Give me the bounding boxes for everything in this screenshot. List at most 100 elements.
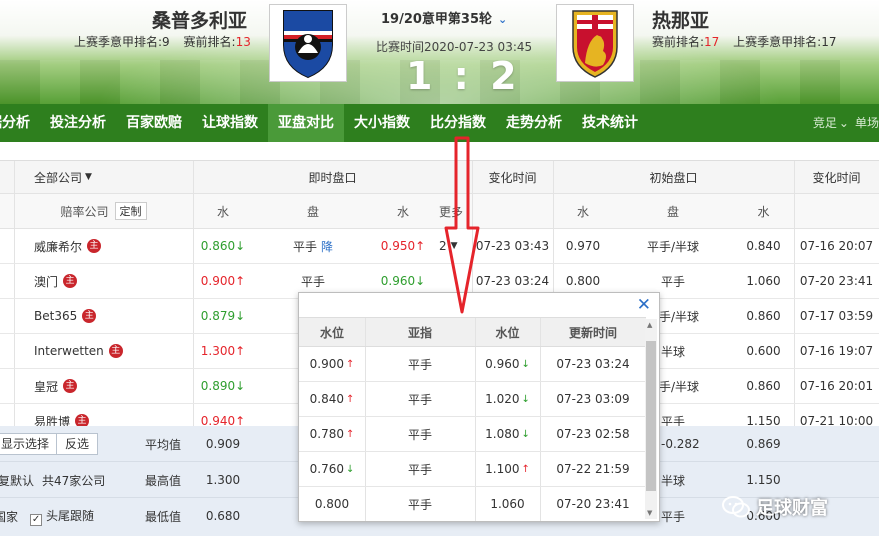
restore-default-link[interactable]: 恢复默认 <box>0 472 34 489</box>
popup-water2: 1.080 ↓ <box>475 417 540 451</box>
reverse-select-button[interactable]: 反选 <box>56 433 99 455</box>
popup-water1: 0.800 <box>299 487 365 521</box>
country-option[interactable]: 国家 <box>0 508 18 525</box>
popup-time: 07-23 03:24 <box>556 357 630 371</box>
tab-euro-odds[interactable]: 百家欧赔 <box>116 104 192 142</box>
arrow-up-icon: ↑ <box>235 344 246 358</box>
home-badge-icon: 主 <box>82 309 97 323</box>
caret-down-icon: ▼ <box>85 172 92 182</box>
live-handicap-value: 平手 <box>292 239 317 254</box>
stat-init-water2: 0.869 <box>746 437 781 451</box>
live-water1: 0.890 ↓ <box>193 369 253 403</box>
live-change-time: 07-23 03:43 <box>475 239 550 253</box>
nav-danchang[interactable]: 单场 <box>855 116 879 130</box>
away-team-name[interactable]: 热那亚 <box>652 6 709 33</box>
home-badge-icon: 主 <box>63 274 78 288</box>
init-change-time: 07-17 03:59 <box>799 309 874 323</box>
round-label: 19/20意甲第35轮 <box>381 12 493 27</box>
company-cell[interactable]: Interwetten 主 <box>0 334 193 368</box>
popup-scrollbar[interactable]: ▲ ▼ <box>645 319 657 519</box>
handicap-header: 盘 <box>306 204 319 219</box>
popup-header-water2: 水位 <box>495 325 520 340</box>
stat-label: 最高值 <box>144 473 181 488</box>
scroll-thumb[interactable] <box>646 341 656 491</box>
init-water1-header: 水 <box>576 204 589 219</box>
company-cell[interactable]: 皇冠主 <box>0 369 193 403</box>
watermark-text: 足球财富 <box>756 498 828 519</box>
live-water1: 0.900 ↑ <box>193 264 253 298</box>
arrow-up-icon: ↑ <box>235 274 246 288</box>
company-name: 澳门 <box>34 274 59 289</box>
popup-water2-value: 1.020 <box>485 392 520 406</box>
round-selector[interactable]: 19/20意甲第35轮 ⌄ <box>381 8 507 27</box>
watermark: 足球财富 <box>722 492 828 522</box>
sampdoria-crest-icon <box>283 10 333 79</box>
company-name: Interwetten <box>34 344 104 358</box>
arrow-down-icon: ↓ <box>521 393 530 405</box>
init-water2: 0.860 <box>746 379 781 393</box>
away-pre-rank: 17 <box>704 35 720 49</box>
init-change-time: 07-16 20:01 <box>799 379 874 393</box>
company-name: Bet365 <box>34 309 78 323</box>
home-pre-rank-label: 赛前排名: <box>183 35 236 49</box>
company-cell[interactable]: Bet365 主 <box>0 299 193 333</box>
arrow-up-icon: ↑ <box>521 463 530 475</box>
company-cell[interactable]: 澳门主 <box>0 264 193 298</box>
table-header-row-1: 全部公司 ▼ 即时盘口 变化时间 初始盘口 变化时间 <box>0 160 879 194</box>
live-odds-header: 即时盘口 <box>308 170 357 185</box>
away-pre-rank-label: 赛前排名: <box>652 35 705 49</box>
nav-jingzu[interactable]: 竞足 <box>813 116 837 130</box>
home-badge-icon: 主 <box>87 239 102 253</box>
list-item: 0.840 ↑ 平手 1.020 ↓ 07-23 03:09 <box>299 382 646 417</box>
initial-odds-header: 初始盘口 <box>649 170 698 185</box>
close-icon[interactable]: ✕ <box>637 295 651 315</box>
stat-water1: 0.680 <box>205 509 241 523</box>
init-change-time: 07-16 19:07 <box>799 344 874 358</box>
popup-water1: 0.780 ↑ <box>299 417 365 451</box>
popup-water2: 1.020 ↓ <box>475 382 540 416</box>
arrow-down-icon: ↓ <box>415 274 426 288</box>
popup-water2: 0.960 ↓ <box>475 347 540 381</box>
table-row[interactable]: 威廉希尔主 0.860 ↓ 平手降 0.950 ↑ 2 ▼ 07-23 03:43 0.970 平手… <box>0 229 879 264</box>
tab-asian-handicap[interactable]: 亚盘对比 <box>268 104 344 142</box>
init-change-time: 07-20 23:41 <box>799 274 874 288</box>
home-team-name[interactable]: 桑普多利亚 <box>152 6 247 33</box>
arrow-up-icon: ↑ <box>345 428 355 440</box>
popup-time: 07-20 23:41 <box>556 497 630 511</box>
check-icon: ✓ <box>30 513 43 526</box>
live-water1-value: 0.860 <box>200 239 236 253</box>
show-select-button[interactable]: 显示选择 <box>0 433 59 455</box>
popup-handicap: 平手 <box>407 392 432 407</box>
home-last-rank: 上赛季意甲排名:9 <box>74 35 170 49</box>
scroll-up-icon[interactable]: ▲ <box>647 321 652 329</box>
tab-handicap-index[interactable]: 让球指数 <box>192 104 268 142</box>
away-team-logo[interactable] <box>556 4 634 82</box>
tab-tech-stats[interactable]: 技术统计 <box>572 104 648 142</box>
tab-data-analysis[interactable]: 据分析 <box>0 104 40 142</box>
popup-time: 07-23 03:09 <box>556 392 630 406</box>
head-tail-follow-checkbox[interactable]: ✓ 头尾跟随 <box>30 507 94 526</box>
arrow-down-icon: ↓ <box>345 463 355 475</box>
tab-betting-analysis[interactable]: 投注分析 <box>40 104 116 142</box>
popup-water2: 1.060 <box>475 487 540 521</box>
customize-button[interactable]: 定制 <box>114 202 147 220</box>
tab-over-under[interactable]: 大小指数 <box>344 104 420 142</box>
live-water1-value: 0.890 <box>200 379 236 393</box>
live-water1-value: 0.879 <box>200 309 236 323</box>
stat-water1: 0.909 <box>205 437 241 451</box>
wechat-icon <box>722 496 750 518</box>
home-team-logo[interactable] <box>269 4 347 82</box>
live-water1-value: 0.900 <box>200 274 236 288</box>
home-rank-line: 上赛季意甲排名:9 赛前排名:13 <box>74 33 251 50</box>
live-water1: 0.860 ↓ <box>193 229 253 263</box>
init-water2: 1.060 <box>746 274 781 288</box>
popup-header-row: 水位 亚指 水位 更新时间 <box>299 317 646 347</box>
list-item: 0.800 平手 1.060 07-20 23:41 <box>299 487 646 521</box>
odds-company-label: 赔率公司 <box>60 204 109 219</box>
tab-trend-analysis[interactable]: 走势分析 <box>496 104 572 142</box>
scroll-down-icon[interactable]: ▼ <box>647 509 652 517</box>
company-cell[interactable]: 威廉希尔主 <box>0 229 193 263</box>
stat-label: 最低值 <box>144 509 181 524</box>
company-filter[interactable]: 全部公司 ▼ <box>14 161 193 193</box>
popup-handicap: 平手 <box>407 462 432 477</box>
